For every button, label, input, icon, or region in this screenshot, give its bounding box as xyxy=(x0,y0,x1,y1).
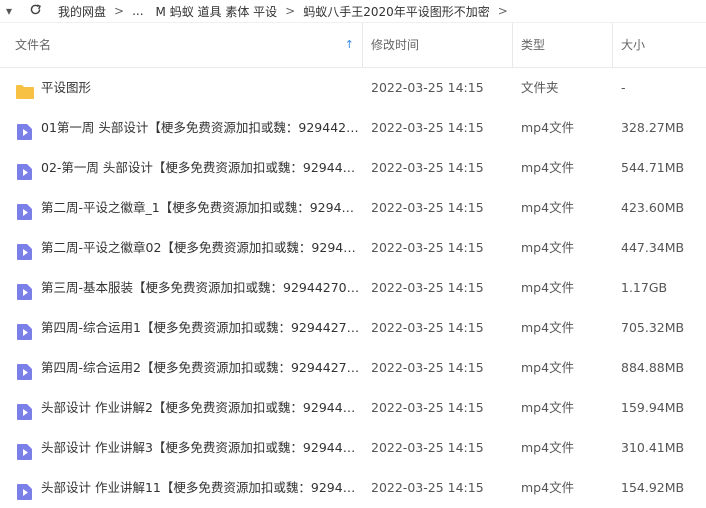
file-time: 2022-03-25 14:15 xyxy=(371,240,484,255)
sort-up-arrow-icon[interactable]: ↑ xyxy=(345,23,354,67)
file-type: mp4文件 xyxy=(521,440,575,455)
video-file-icon xyxy=(15,317,35,341)
file-row[interactable]: 第二周-平设之徽章_1【梗多免费资源加扣或魏：929442... 2022-03-… xyxy=(0,188,706,228)
file-type: mp4文件 xyxy=(521,240,575,255)
video-file-icon xyxy=(15,197,35,221)
file-row[interactable]: 01第一周 头部设计【梗多免费资源加扣或魏：92944270... 2022-03… xyxy=(0,108,706,148)
video-file-icon xyxy=(15,117,35,141)
file-list: 平设图形 2022-03-25 14:15 文件夹 - 01第一周 头部设计【梗多免费资… xyxy=(0,68,706,508)
file-row[interactable]: 第三周-基本服装【梗多免费资源加扣或魏：929442701... 2022-03-… xyxy=(0,268,706,308)
file-type: mp4文件 xyxy=(521,160,575,175)
breadcrumb-item-parent[interactable]: M 蚂蚁 道具 素体 平设 xyxy=(156,3,278,20)
column-type-label: 类型 xyxy=(521,38,546,52)
file-time: 2022-03-25 14:15 xyxy=(371,160,484,175)
file-type: mp4文件 xyxy=(521,120,575,135)
file-row[interactable]: 头部设计 作业讲解2【梗多免费资源加扣或魏：9294427... 2022-03-… xyxy=(0,388,706,428)
file-row[interactable]: 02-第一周 头部设计【梗多免费资源加扣或魏：9294427... 2022-03… xyxy=(0,148,706,188)
column-name-label: 文件名 xyxy=(15,38,52,52)
file-size: 154.92MB xyxy=(621,480,685,495)
file-type: mp4文件 xyxy=(521,280,575,295)
folder-icon xyxy=(15,77,35,100)
file-name[interactable]: 第二周-平设之徽章02【梗多免费资源加扣或魏：929442... xyxy=(41,228,361,268)
file-type: mp4文件 xyxy=(521,400,575,415)
file-time: 2022-03-25 14:15 xyxy=(371,200,484,215)
video-file-icon xyxy=(15,477,35,501)
toolbar: ▾ 我的网盘 > ... M 蚂蚁 道具 素体 平设 > 蚂蚁八手王2020年平… xyxy=(0,0,706,23)
column-header-name[interactable]: 文件名 ↑ xyxy=(0,23,363,67)
file-time: 2022-03-25 14:15 xyxy=(371,80,484,95)
file-row[interactable]: 第四周-综合运用1【梗多免费资源加扣或魏：929442701... 2022-03… xyxy=(0,308,706,348)
file-time: 2022-03-25 14:15 xyxy=(371,120,484,135)
video-file-icon xyxy=(15,437,35,461)
file-name[interactable]: 第四周-综合运用2【梗多免费资源加扣或魏：929442701... xyxy=(41,348,361,388)
column-header-time[interactable]: 修改时间 xyxy=(363,23,513,67)
file-name[interactable]: 第四周-综合运用1【梗多免费资源加扣或魏：929442701... xyxy=(41,308,361,348)
file-name[interactable]: 头部设计 作业讲解11【梗多免费资源加扣或魏：929442... xyxy=(41,468,361,508)
breadcrumb-separator: > xyxy=(285,4,296,18)
file-name[interactable]: 头部设计 作业讲解3【梗多免费资源加扣或魏：9294427... xyxy=(41,428,361,468)
file-name-cell: 平设图形 xyxy=(0,68,363,109)
column-size-label: 大小 xyxy=(621,38,646,52)
chevron-down-icon[interactable]: ▾ xyxy=(0,4,18,18)
file-name[interactable]: 第二周-平设之徽章_1【梗多免费资源加扣或魏：929442... xyxy=(41,188,361,228)
video-file-icon xyxy=(15,157,35,181)
column-header: 文件名 ↑ 修改时间 类型 大小 xyxy=(0,23,706,68)
file-name[interactable]: 平设图形 xyxy=(41,68,91,108)
column-header-type[interactable]: 类型 xyxy=(513,23,613,67)
video-file-icon xyxy=(15,237,35,261)
file-row[interactable]: 头部设计 作业讲解3【梗多免费资源加扣或魏：9294427... 2022-03-… xyxy=(0,428,706,468)
file-name-cell: 头部设计 作业讲解11【梗多免费资源加扣或魏：929442... xyxy=(0,468,363,508)
file-name-cell: 头部设计 作业讲解2【梗多免费资源加扣或魏：9294427... xyxy=(0,388,363,429)
file-time: 2022-03-25 14:15 xyxy=(371,400,484,415)
file-size: 310.41MB xyxy=(621,440,685,455)
file-type: mp4文件 xyxy=(521,360,575,375)
file-row[interactable]: 平设图形 2022-03-25 14:15 文件夹 - xyxy=(0,68,706,108)
file-name[interactable]: 第三周-基本服装【梗多免费资源加扣或魏：929442701... xyxy=(41,268,361,308)
file-size: 423.60MB xyxy=(621,200,685,215)
file-time: 2022-03-25 14:15 xyxy=(371,320,484,335)
file-name-cell: 第二周-平设之徽章_1【梗多免费资源加扣或魏：929442... xyxy=(0,188,363,229)
file-size: 884.88MB xyxy=(621,360,685,375)
breadcrumb-separator: > xyxy=(497,4,508,18)
file-size: 544.71MB xyxy=(621,160,685,175)
file-size: 705.32MB xyxy=(621,320,685,335)
file-size: 1.17GB xyxy=(621,280,668,295)
file-time: 2022-03-25 14:15 xyxy=(371,360,484,375)
file-name-cell: 第二周-平设之徽章02【梗多免费资源加扣或魏：929442... xyxy=(0,228,363,269)
file-name-cell: 第四周-综合运用1【梗多免费资源加扣或魏：929442701... xyxy=(0,308,363,349)
file-time: 2022-03-25 14:15 xyxy=(371,480,484,495)
breadcrumb-item-ellipsis[interactable]: ... xyxy=(132,4,143,18)
column-header-size[interactable]: 大小 xyxy=(613,23,706,67)
file-name-cell: 01第一周 头部设计【梗多免费资源加扣或魏：92944270... xyxy=(0,108,363,149)
column-time-label: 修改时间 xyxy=(371,38,420,52)
file-name-cell: 第四周-综合运用2【梗多免费资源加扣或魏：929442701... xyxy=(0,348,363,389)
refresh-icon[interactable] xyxy=(26,3,44,19)
file-type: mp4文件 xyxy=(521,320,575,335)
breadcrumb-item-current[interactable]: 蚂蚁八手王2020年平设图形不加密 xyxy=(303,3,490,20)
file-type: mp4文件 xyxy=(521,480,575,495)
breadcrumb-separator: > xyxy=(114,4,125,18)
file-time: 2022-03-25 14:15 xyxy=(371,440,484,455)
breadcrumb-item-home[interactable]: 我的网盘 xyxy=(58,3,106,20)
file-name[interactable]: 头部设计 作业讲解2【梗多免费资源加扣或魏：9294427... xyxy=(41,388,361,428)
file-row[interactable]: 第二周-平设之徽章02【梗多免费资源加扣或魏：929442... 2022-03-… xyxy=(0,228,706,268)
file-name[interactable]: 01第一周 头部设计【梗多免费资源加扣或魏：92944270... xyxy=(41,108,361,148)
file-size: 159.94MB xyxy=(621,400,685,415)
file-name-cell: 02-第一周 头部设计【梗多免费资源加扣或魏：9294427... xyxy=(0,148,363,189)
file-type: mp4文件 xyxy=(521,200,575,215)
file-row[interactable]: 第四周-综合运用2【梗多免费资源加扣或魏：929442701... 2022-03… xyxy=(0,348,706,388)
file-size: 447.34MB xyxy=(621,240,685,255)
file-size: 328.27MB xyxy=(621,120,685,135)
file-row[interactable]: 头部设计 作业讲解11【梗多免费资源加扣或魏：929442... 2022-03-… xyxy=(0,468,706,508)
video-file-icon xyxy=(15,277,35,301)
file-time: 2022-03-25 14:15 xyxy=(371,280,484,295)
breadcrumb: 我的网盘 > ... M 蚂蚁 道具 素体 平设 > 蚂蚁八手王2020年平设图… xyxy=(58,3,516,20)
file-type: 文件夹 xyxy=(521,80,559,95)
file-name[interactable]: 02-第一周 头部设计【梗多免费资源加扣或魏：9294427... xyxy=(41,148,361,188)
file-name-cell: 第三周-基本服装【梗多免费资源加扣或魏：929442701... xyxy=(0,268,363,309)
video-file-icon xyxy=(15,357,35,381)
file-name-cell: 头部设计 作业讲解3【梗多免费资源加扣或魏：9294427... xyxy=(0,428,363,469)
video-file-icon xyxy=(15,397,35,421)
file-size: - xyxy=(621,80,626,95)
